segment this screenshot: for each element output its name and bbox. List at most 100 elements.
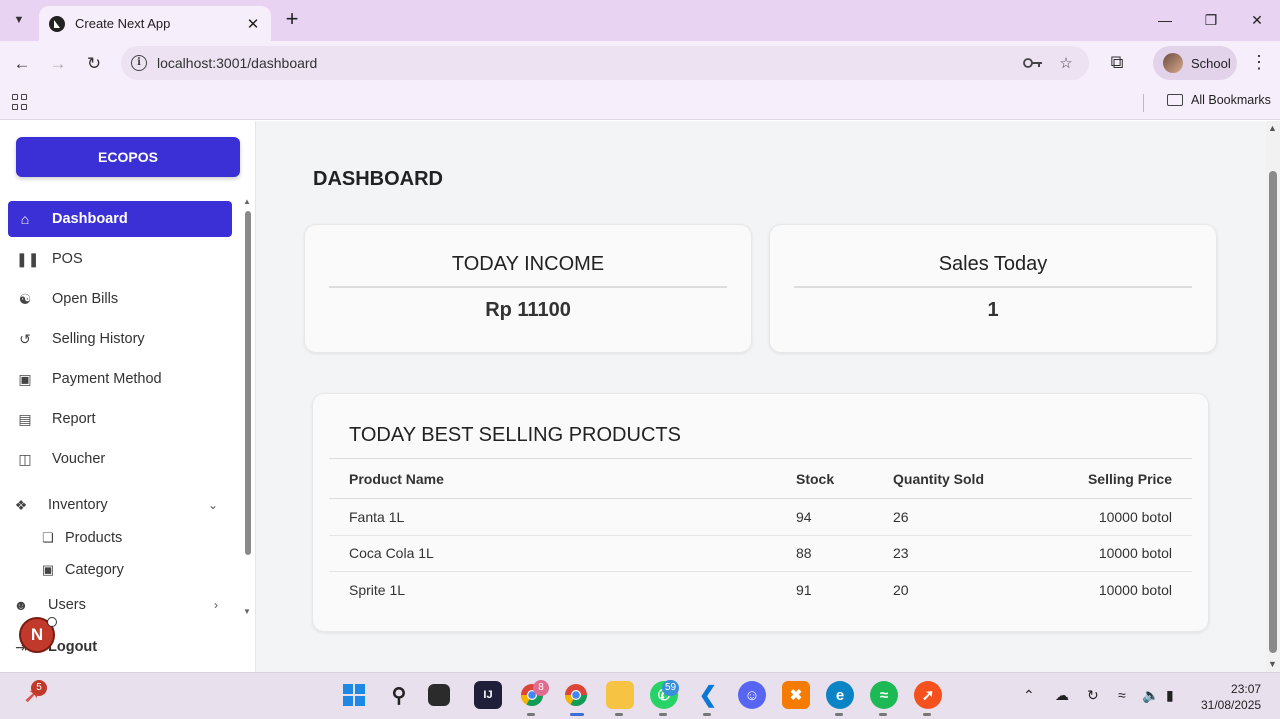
scroll-up-icon[interactable]: ▲ <box>1268 123 1277 133</box>
windows-start-icon[interactable] <box>340 681 368 709</box>
quantity-cell: 26 <box>893 498 1073 536</box>
clock-time: 23:07 <box>1231 682 1262 696</box>
new-tab-button[interactable]: + <box>281 8 303 31</box>
bookmark-star-icon[interactable]: ☆ <box>1056 53 1076 73</box>
product-name-cell: Fanta 1L <box>329 498 796 536</box>
sidebar-item-open-bills[interactable]: ☯ Open Bills <box>8 281 232 317</box>
search-icon[interactable]: ⚲ <box>385 681 413 709</box>
sidebar-item-inventory[interactable]: ❖ Inventory ⌄ <box>4 487 228 523</box>
price-cell: 10000 botol <box>1098 582 1172 599</box>
xampp-icon[interactable]: ✖ <box>782 681 810 709</box>
clock-date: 31/08/2025 <box>1201 698 1262 712</box>
browser-tab[interactable]: Create Next App ✕ <box>39 6 271 41</box>
password-key-icon[interactable] <box>1023 53 1043 73</box>
product-name-cell: Sprite 1L <box>349 582 406 599</box>
tab-title: Create Next App <box>75 16 171 31</box>
app-running-indicator <box>879 713 887 716</box>
price-cell: 10000 botol <box>1073 498 1192 536</box>
report-icon: ▤ <box>18 410 32 427</box>
tab-search-chevron-icon[interactable]: ▼ <box>8 9 30 31</box>
extensions-puzzle-icon[interactable]: ⧉ <box>1105 52 1129 76</box>
onedrive-cloud-icon[interactable]: ☁ <box>1055 687 1069 704</box>
home-icon: ⌂ <box>20 211 30 227</box>
apps-grid-icon[interactable] <box>12 94 28 110</box>
table-header-row: Product Name Stock Quantity Sold Selling… <box>329 458 1192 499</box>
battery-icon[interactable]: ▮ <box>1166 687 1174 704</box>
scroll-down-icon[interactable]: ▼ <box>243 607 251 616</box>
box-icon: ❏ <box>42 530 54 545</box>
profile-button[interactable]: School <box>1153 46 1237 80</box>
jetbrains-icon[interactable]: IJ <box>474 681 502 709</box>
table-title: TODAY BEST SELLING PRODUCTS <box>349 424 681 446</box>
spotify-icon[interactable]: ≈ <box>870 681 898 709</box>
avatar <box>1163 53 1183 73</box>
sidebar-subitem-category[interactable]: ▣ Category <box>40 557 124 583</box>
scrollbar-thumb[interactable] <box>245 211 251 555</box>
sidebar-item-label: Voucher <box>52 451 106 467</box>
scroll-up-icon[interactable]: ▲ <box>243 197 251 206</box>
chrome-profile-icon[interactable] <box>562 681 590 709</box>
boxes-icon: ❖ <box>14 496 28 513</box>
page-title: DASHBOARD <box>313 168 443 190</box>
page-scrollbar[interactable]: ▲ ▼ <box>1266 121 1280 672</box>
card-title: TODAY INCOME <box>329 253 727 288</box>
sync-icon[interactable]: ↻ <box>1087 687 1099 704</box>
brand-button[interactable]: ECOPOS <box>16 137 240 177</box>
sidebar-item-label: Products <box>65 530 123 546</box>
discord-icon[interactable]: ☺ <box>738 681 766 709</box>
restore-icon[interactable]: ❐ <box>1199 8 1223 32</box>
all-bookmarks-button[interactable]: All Bookmarks <box>1167 93 1271 107</box>
window-close-icon[interactable]: ✕ <box>1245 8 1269 32</box>
sidebar-item-pos[interactable]: ❚❚ POS <box>8 241 232 277</box>
tray-chevron-up-icon[interactable]: ⌃ <box>1023 687 1035 704</box>
vscode-icon[interactable]: ❮ <box>694 681 722 709</box>
sidebar-item-report[interactable]: ▤ Report <box>8 401 232 437</box>
column-header: Stock <box>796 458 893 499</box>
browser-menu-icon[interactable]: ⋮ <box>1250 52 1268 76</box>
task-view-icon[interactable] <box>428 684 450 706</box>
whatsapp-badge: 59 <box>662 680 680 696</box>
active-app-indicator <box>570 713 584 716</box>
history-icon: ↺ <box>19 330 31 347</box>
system-clock[interactable]: 23:07 31/08/2025 <box>1201 681 1261 713</box>
minimize-icon[interactable]: — <box>1153 8 1177 32</box>
postman-icon[interactable]: ➚ <box>914 681 942 709</box>
all-bookmarks-label: All Bookmarks <box>1191 93 1271 107</box>
sidebar-item-payment-method[interactable]: ▣ Payment Method <box>8 361 232 397</box>
sales-today-card: Sales Today 1 <box>769 224 1217 353</box>
wifi-icon[interactable]: ≈ <box>1118 687 1126 703</box>
stock-cell: 94 <box>796 498 893 536</box>
sidebar-item-label: Payment Method <box>52 371 162 387</box>
sales-value: 1 <box>987 299 999 321</box>
barcode-icon: ❚❚ <box>16 250 40 267</box>
ticket-icon: ◫ <box>18 450 32 467</box>
volume-icon[interactable]: 🔈 <box>1142 687 1159 704</box>
site-info-icon[interactable]: i <box>131 55 147 71</box>
today-income-card: TODAY INCOME Rp 11100 <box>304 224 752 353</box>
app-running-indicator <box>527 713 535 716</box>
tab-close-icon[interactable]: ✕ <box>243 14 263 34</box>
file-explorer-icon[interactable] <box>606 681 634 709</box>
sidebar-scrollbar[interactable]: ▲ ▼ <box>243 197 253 622</box>
sidebar-subitem-products[interactable]: ❏ Products <box>40 525 122 551</box>
sidebar-item-dashboard[interactable]: ⌂ Dashboard <box>8 201 232 237</box>
browser-tab-strip: ▼ Create Next App ✕ + — ❐ ✕ <box>0 0 1280 41</box>
sidebar-item-label: POS <box>52 251 83 267</box>
scrollbar-thumb[interactable] <box>1269 171 1277 653</box>
scroll-down-icon[interactable]: ▼ <box>1268 659 1277 669</box>
sidebar-item-label: Dashboard <box>52 211 128 227</box>
wallet-icon: ▣ <box>18 370 32 387</box>
reload-icon[interactable]: ↻ <box>81 51 107 77</box>
user-icon: ☻ <box>13 597 29 613</box>
address-bar[interactable]: i localhost:3001/dashboard ☆ <box>121 46 1089 80</box>
dev-indicator-dot <box>47 617 57 627</box>
product-name-cell: Coca Cola 1L <box>329 535 796 573</box>
back-arrow-icon[interactable]: ← <box>9 51 35 77</box>
column-header: Selling Price <box>1073 458 1192 499</box>
forward-arrow-icon[interactable]: → <box>45 51 71 77</box>
sidebar-item-selling-history[interactable]: ↺ Selling History <box>8 321 232 357</box>
edge-icon[interactable]: e <box>826 681 854 709</box>
sidebar-item-voucher[interactable]: ◫ Voucher <box>8 441 232 477</box>
column-header: Quantity Sold <box>893 458 1073 499</box>
url-text[interactable]: localhost:3001/dashboard <box>157 55 317 71</box>
